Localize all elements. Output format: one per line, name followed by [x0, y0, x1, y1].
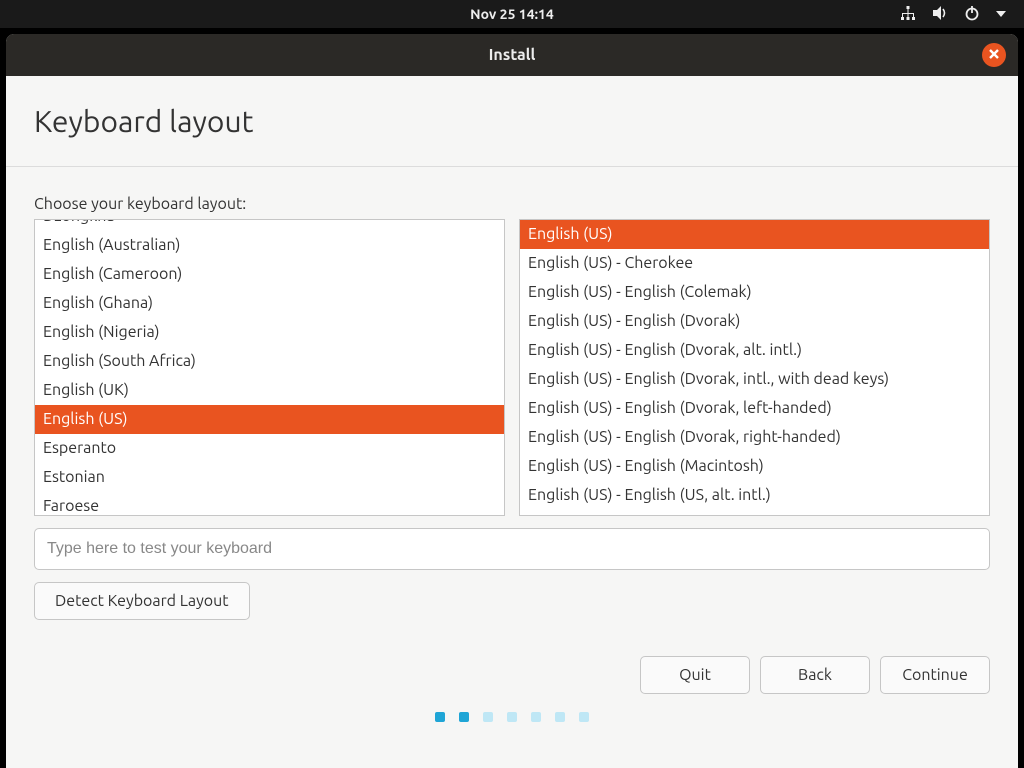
variant-listbox[interactable]: English (US)English (US) - CherokeeEngli…	[519, 219, 990, 516]
variant-item[interactable]: English (US) - English (Dvorak, intl., w…	[520, 365, 989, 394]
page-title: Keyboard layout	[34, 104, 990, 138]
layout-lists: DzongkhaEnglish (Australian)English (Cam…	[34, 219, 990, 516]
layout-item[interactable]: Esperanto	[35, 434, 504, 463]
variant-item[interactable]: English (US) - English (Macintosh)	[520, 452, 989, 481]
progress-dot	[483, 712, 493, 722]
wizard-buttons: Quit Back Continue	[34, 656, 990, 694]
layout-item[interactable]: English (Nigeria)	[35, 318, 504, 347]
variant-item[interactable]: English (US) - Cherokee	[520, 249, 989, 278]
test-keyboard-input[interactable]	[34, 528, 990, 570]
back-button[interactable]: Back	[760, 656, 870, 694]
layout-item[interactable]: English (Ghana)	[35, 289, 504, 318]
layout-item[interactable]: Estonian	[35, 463, 504, 492]
close-icon	[988, 46, 1000, 64]
progress-dot	[531, 712, 541, 722]
quit-label: Quit	[679, 666, 711, 684]
variant-item[interactable]: English (US) - English (Colemak)	[520, 278, 989, 307]
layout-listbox[interactable]: DzongkhaEnglish (Australian)English (Cam…	[34, 219, 505, 516]
layout-item[interactable]: English (UK)	[35, 376, 504, 405]
chevron-down-icon[interactable]	[996, 6, 1006, 22]
installer-window: Install Keyboard layout Choose your keyb…	[6, 34, 1018, 768]
progress-dot	[579, 712, 589, 722]
variant-item[interactable]: English (US) - English (Dvorak, alt. int…	[520, 336, 989, 365]
detect-keyboard-label: Detect Keyboard Layout	[55, 592, 229, 610]
layout-item[interactable]: English (Cameroon)	[35, 260, 504, 289]
page-content: Keyboard layout Choose your keyboard lay…	[6, 76, 1018, 768]
choose-layout-label: Choose your keyboard layout:	[34, 195, 990, 213]
variant-item[interactable]: English (US) - English (Dvorak)	[520, 307, 989, 336]
variant-item[interactable]: English (US)	[520, 220, 989, 249]
progress-dot	[507, 712, 517, 722]
layout-item[interactable]: Faroese	[35, 492, 504, 516]
volume-icon[interactable]	[932, 5, 948, 24]
system-tray[interactable]	[900, 0, 1006, 28]
detect-keyboard-button[interactable]: Detect Keyboard Layout	[34, 582, 250, 620]
variant-item[interactable]: English (US) - English (Dvorak, right-ha…	[520, 423, 989, 452]
layout-item[interactable]: English (US)	[35, 405, 504, 434]
network-icon[interactable]	[900, 5, 916, 24]
power-icon[interactable]	[964, 5, 980, 24]
layout-item[interactable]: English (Australian)	[35, 231, 504, 260]
progress-dot	[555, 712, 565, 722]
gnome-top-bar: Nov 25 14:14	[0, 0, 1024, 28]
quit-button[interactable]: Quit	[640, 656, 750, 694]
clock-label: Nov 25 14:14	[470, 6, 554, 22]
close-button[interactable]	[982, 43, 1006, 67]
progress-dot	[435, 712, 445, 722]
back-label: Back	[798, 666, 832, 684]
layout-item[interactable]: Dzongkha	[35, 219, 504, 231]
progress-dots	[34, 712, 990, 732]
variant-item[interactable]: English (US) - English (US, alt. intl.)	[520, 481, 989, 510]
window-titlebar: Install	[6, 34, 1018, 76]
continue-label: Continue	[902, 666, 968, 684]
layout-item[interactable]: English (South Africa)	[35, 347, 504, 376]
divider	[6, 166, 1018, 167]
continue-button[interactable]: Continue	[880, 656, 990, 694]
variant-item[interactable]: English (US) - English (Dvorak, left-han…	[520, 394, 989, 423]
progress-dot	[459, 712, 469, 722]
window-title: Install	[489, 46, 536, 64]
